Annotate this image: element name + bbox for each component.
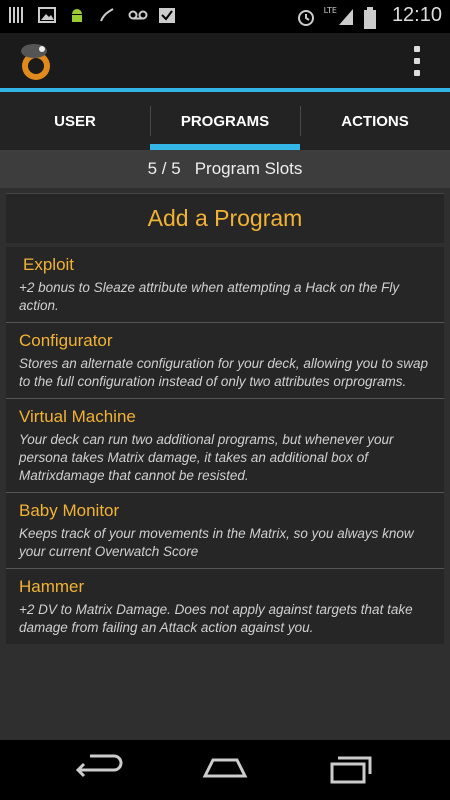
list-item[interactable]: Exploit +2 bonus to Sleaze attribute whe…	[6, 247, 444, 323]
program-title: Virtual Machine	[19, 407, 136, 426]
add-program-button[interactable]: Add a Program	[6, 193, 444, 243]
action-bar	[0, 33, 450, 88]
list-item[interactable]: Virtual Machine Your deck can run two ad…	[6, 399, 444, 493]
list-item[interactable]: Configurator Stores an alternate configu…	[6, 323, 444, 399]
program-description: Keeps track of your movements in the Mat…	[19, 526, 414, 559]
list-item[interactable]: Hammer +2 DV to Matrix Damage. Does not …	[6, 569, 444, 644]
tab-programs[interactable]: PROGRAMS	[150, 92, 300, 150]
android-icon	[68, 6, 86, 24]
clock: 12:10	[391, 4, 442, 26]
system-nav-bar	[0, 740, 450, 800]
program-description: +2 bonus to Sleaze attribute when attemp…	[19, 280, 400, 313]
recent-apps-icon[interactable]	[320, 752, 380, 788]
program-title: Configurator	[19, 331, 113, 350]
tab-user[interactable]: USER	[0, 92, 150, 150]
signal-off-icon	[98, 6, 116, 24]
back-icon[interactable]	[70, 752, 130, 788]
program-description: Stores an alternate configuration for yo…	[19, 356, 428, 389]
program-title: Hammer	[19, 577, 85, 596]
program-description: +2 DV to Matrix Damage. Does not apply a…	[19, 602, 413, 635]
program-slots-label: Program Slots	[194, 159, 303, 178]
program-slots-bar: 5 / 5 Program Slots	[0, 150, 450, 188]
network-label: LTE	[323, 5, 337, 15]
checkbox-icon	[158, 6, 176, 24]
image-icon	[38, 6, 56, 24]
status-bar: LTE 12:10	[0, 0, 450, 33]
notification-bars-icon	[8, 6, 26, 24]
home-icon[interactable]	[195, 752, 255, 788]
program-list: Exploit +2 bonus to Sleaze attribute whe…	[6, 247, 444, 644]
list-item[interactable]: Baby Monitor Keeps track of your movemen…	[6, 493, 444, 569]
overflow-menu-icon[interactable]	[412, 46, 422, 76]
alarm-icon	[296, 7, 314, 26]
battery-icon	[363, 6, 382, 29]
app-logo-icon[interactable]	[16, 40, 56, 82]
voicemail-icon	[128, 6, 148, 24]
program-title: Baby Monitor	[19, 501, 120, 520]
program-description: Your deck can run two additional program…	[19, 432, 394, 483]
tab-actions[interactable]: ACTIONS	[300, 92, 450, 150]
tab-bar: USER PROGRAMS ACTIONS	[0, 92, 450, 150]
program-title: Exploit	[23, 255, 75, 274]
program-slots-count: 5 / 5	[147, 159, 181, 178]
network-signal-icon: LTE	[324, 6, 354, 26]
